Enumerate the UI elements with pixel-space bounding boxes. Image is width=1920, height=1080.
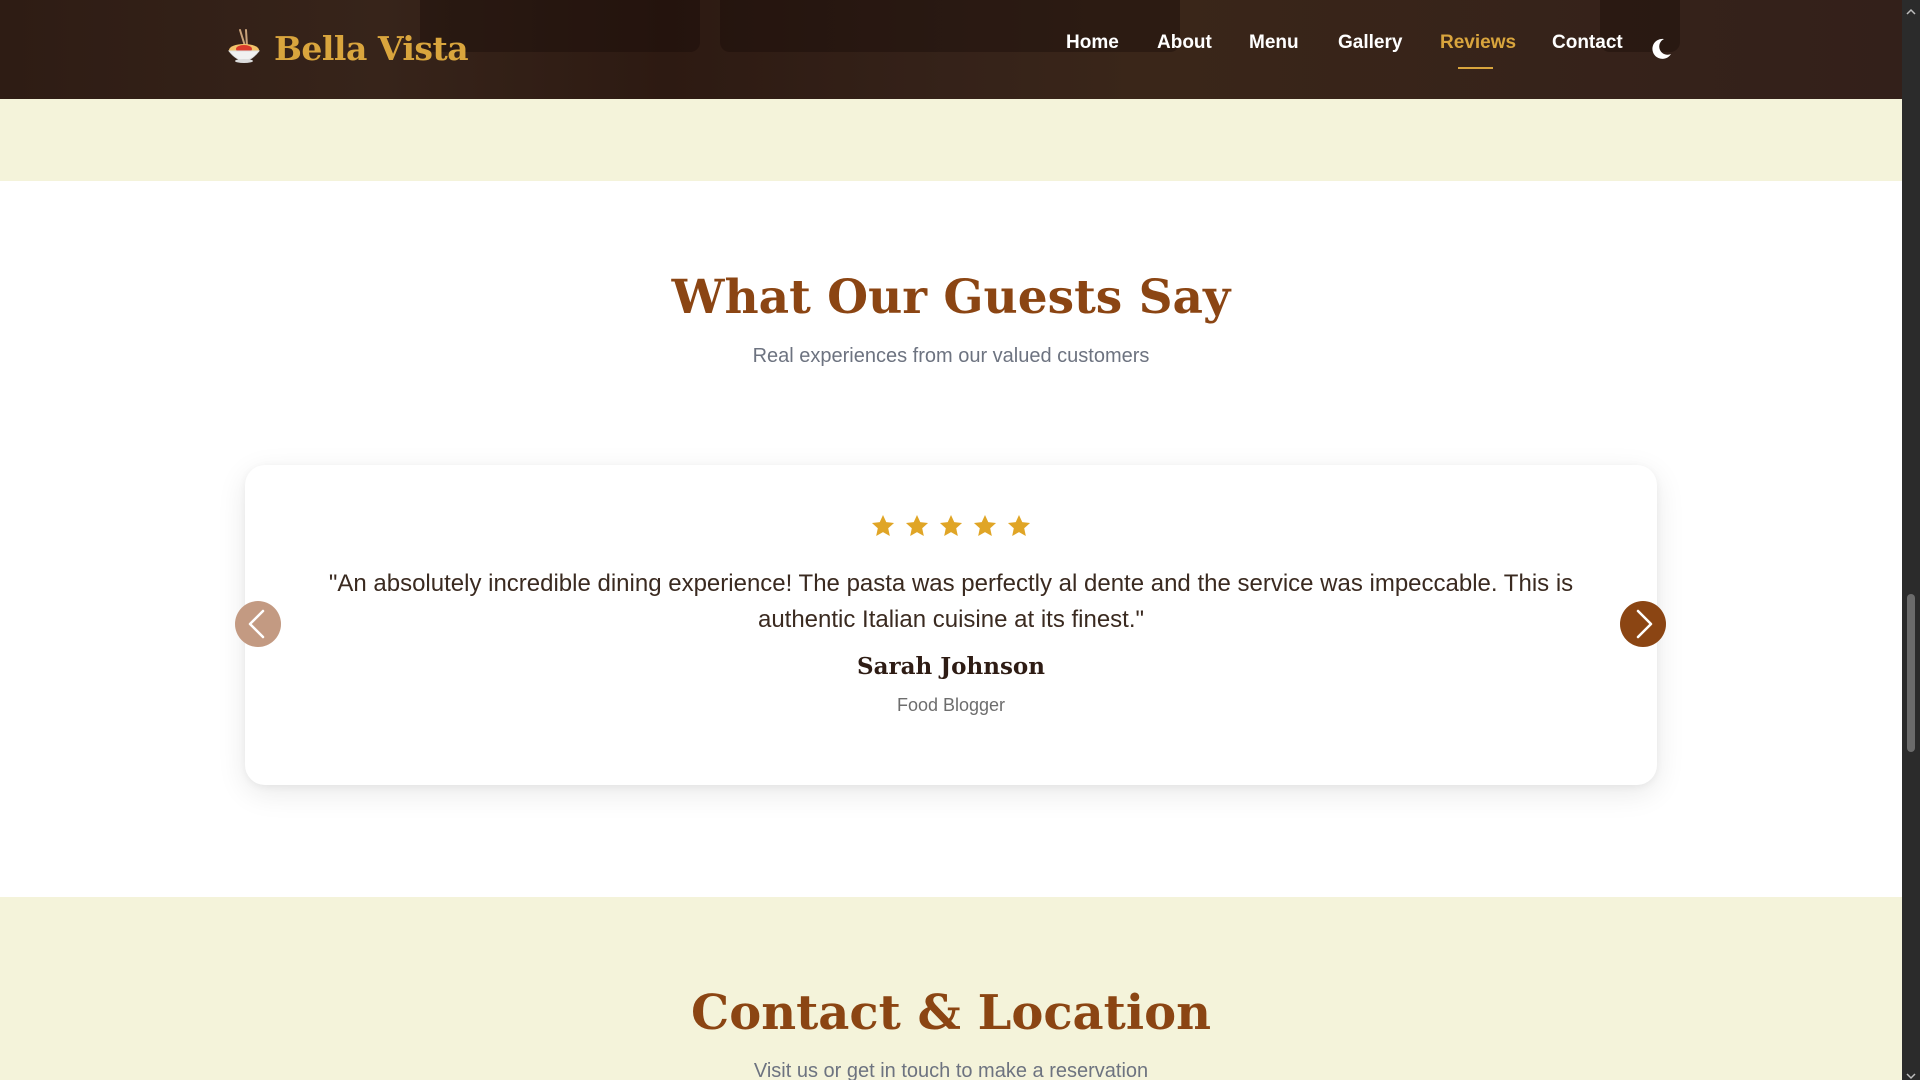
prev-review-button[interactable]: [235, 601, 281, 647]
star-icon: [904, 513, 930, 539]
scroll-up-arrow-icon[interactable]: [1906, 2, 1916, 15]
reviews-title: What Our Guests Say: [671, 270, 1231, 325]
review-author: Sarah Johnson: [857, 653, 1045, 680]
nav-link-contact[interactable]: Contact: [1552, 32, 1623, 54]
theme-toggle-button[interactable]: [1648, 36, 1674, 62]
active-nav-underline: [1458, 67, 1493, 69]
nav-link-about[interactable]: About: [1157, 32, 1212, 54]
nav-link-gallery[interactable]: Gallery: [1338, 32, 1402, 54]
navbar: Bella Vista Home About Menu Gallery Revi…: [0, 0, 1902, 99]
review-quote: "An absolutely incredible dining experie…: [328, 570, 1574, 633]
review-author-role: Food Blogger: [896, 695, 1006, 715]
main-nav: Home About Menu Gallery Reviews Contact: [0, 32, 1902, 72]
reviews-subtitle: Real experiences from our valued custome…: [752, 345, 1150, 367]
contact-title: Contact & Location: [691, 985, 1211, 1041]
nav-link-reviews[interactable]: Reviews: [1440, 32, 1516, 54]
star-icon: [870, 513, 896, 539]
star-icon: [938, 513, 964, 539]
page: Bella Vista Home About Menu Gallery Revi…: [0, 0, 1902, 1080]
star-icon: [972, 513, 998, 539]
scroll-down-arrow-icon[interactable]: [1906, 1066, 1916, 1080]
next-review-button[interactable]: [1620, 601, 1666, 647]
page-scrollbar[interactable]: [1902, 0, 1920, 1080]
nav-link-home[interactable]: Home: [1066, 32, 1119, 54]
contact-subtitle: Visit us or get in touch to make a reser…: [753, 1060, 1149, 1080]
review-card: "An absolutely incredible dining experie…: [245, 465, 1657, 785]
gallery-section-end: [0, 99, 1902, 181]
star-icon: [1006, 513, 1032, 539]
star-rating: [245, 513, 1657, 543]
moon-icon: [1648, 38, 1674, 65]
nav-link-menu[interactable]: Menu: [1249, 32, 1299, 54]
scrollbar-thumb[interactable]: [1907, 594, 1915, 752]
